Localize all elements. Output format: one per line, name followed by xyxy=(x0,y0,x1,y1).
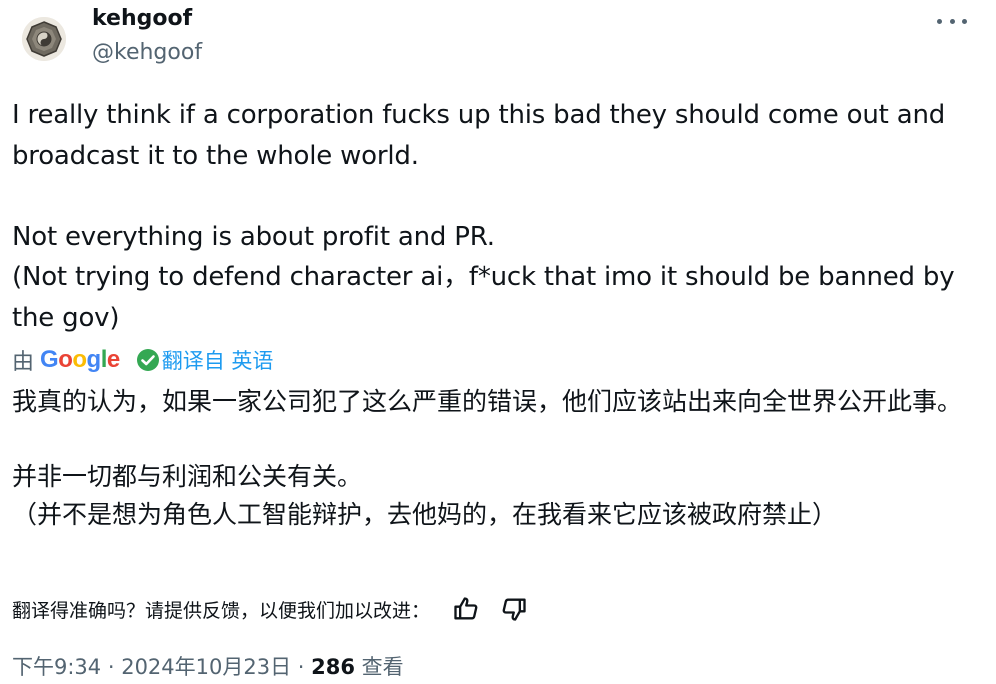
thumbs-down-icon[interactable] xyxy=(500,595,528,623)
meta-separator: · xyxy=(291,655,312,679)
translation-feedback: 翻译得准确吗？请提供反馈，以便我们加以改进： xyxy=(12,594,548,624)
author-name[interactable]: kehgoof xyxy=(92,4,192,34)
tweet-text: I really think if a corporation fucks up… xyxy=(12,100,955,333)
translated-from-link[interactable]: 翻译自 英语 xyxy=(162,345,274,375)
avatar[interactable] xyxy=(22,17,66,61)
google-logo: Google xyxy=(40,346,120,373)
tweet-date[interactable]: 2024年10月23日 xyxy=(121,655,291,679)
tweet-meta: 下午9:34 · 2024年10月23日 · 286 查看 xyxy=(12,652,404,682)
translated-by-label: 由 xyxy=(12,350,35,375)
bagua-mirror-avatar xyxy=(22,17,66,61)
more-horizontal-icon xyxy=(962,18,967,24)
meta-separator: · xyxy=(101,655,122,679)
more-horizontal-icon xyxy=(949,18,955,24)
thumbs-up-icon[interactable] xyxy=(452,595,480,623)
feedback-prompt: 翻译得准确吗？请提供反馈，以便我们加以改进： xyxy=(12,599,431,622)
author-handle[interactable]: @kehgoof xyxy=(92,38,202,68)
check-circle-icon xyxy=(136,349,159,371)
more-options-button[interactable] xyxy=(937,8,967,34)
translated-text: 我真的认为，如果一家公司犯了这么严重的错误，他们应该站出来向全世界公开此事。 并… xyxy=(12,387,963,529)
views-label: 查看 xyxy=(354,655,404,679)
translation-attribution: 由 Google 翻译自 英语 xyxy=(12,343,273,377)
more-horizontal-icon xyxy=(937,18,942,24)
views-count: 286 xyxy=(311,655,355,679)
tweet-time[interactable]: 下午9:34 xyxy=(12,655,101,679)
